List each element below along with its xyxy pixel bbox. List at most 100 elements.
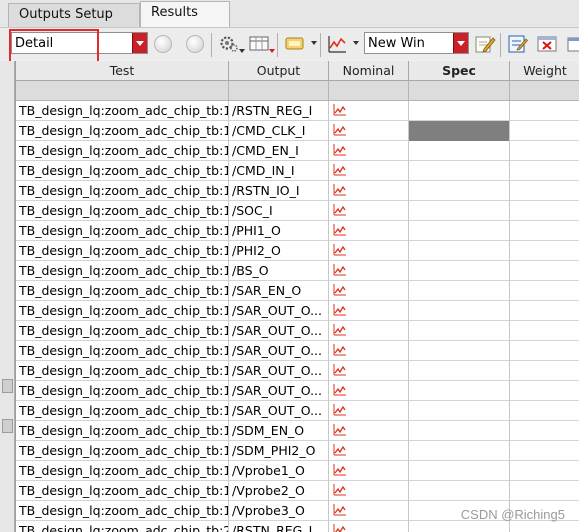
next-point-button[interactable] bbox=[186, 35, 204, 53]
dropdown-arrow-icon[interactable] bbox=[453, 33, 468, 53]
waveform-plot-icon[interactable] bbox=[333, 364, 346, 376]
cell-spec[interactable] bbox=[409, 441, 510, 461]
table-row[interactable]: TB_design_lq:zoom_adc_chip_tb:1/SAR_OUT_… bbox=[16, 341, 579, 361]
cell-nominal[interactable] bbox=[329, 241, 409, 261]
cell-nominal[interactable] bbox=[329, 141, 409, 161]
cell-nominal[interactable] bbox=[329, 181, 409, 201]
cell-spec[interactable] bbox=[409, 121, 510, 141]
waveform-plot-icon[interactable] bbox=[333, 464, 346, 476]
cell-test[interactable]: TB_design_lq:zoom_adc_chip_tb:1 bbox=[16, 301, 229, 321]
cell-output[interactable]: /BS_O bbox=[229, 261, 329, 281]
table-row[interactable]: TB_design_lq:zoom_adc_chip_tb:1/SDM_PHI2… bbox=[16, 441, 579, 461]
cell-test[interactable]: TB_design_lq:zoom_adc_chip_tb:1 bbox=[16, 181, 229, 201]
cell-weight[interactable] bbox=[510, 301, 579, 321]
cell-spec[interactable] bbox=[409, 241, 510, 261]
cell-weight[interactable] bbox=[510, 461, 579, 481]
table-row[interactable]: TB_design_lq:zoom_adc_chip_tb:1/SAR_OUT_… bbox=[16, 301, 579, 321]
cell-output[interactable]: /CMD_IN_I bbox=[229, 161, 329, 181]
cell-test[interactable]: TB_design_lq:zoom_adc_chip_tb:1 bbox=[16, 441, 229, 461]
table-dropdown-arrow-icon[interactable] bbox=[269, 49, 275, 53]
cell-nominal[interactable] bbox=[329, 121, 409, 141]
cell-spec[interactable] bbox=[409, 181, 510, 201]
waveform-plot-icon[interactable] bbox=[333, 484, 346, 496]
cell-output[interactable]: /SAR_EN_O bbox=[229, 281, 329, 301]
cell-test[interactable]: TB_design_lq:zoom_adc_chip_tb:1 bbox=[16, 101, 229, 121]
settings-gear-icon[interactable] bbox=[218, 33, 240, 55]
plot-dropdown-arrow-icon[interactable] bbox=[353, 41, 359, 45]
cell-spec[interactable] bbox=[409, 521, 510, 532]
cell-weight[interactable] bbox=[510, 141, 579, 161]
cell-nominal[interactable] bbox=[329, 321, 409, 341]
cell-nominal[interactable] bbox=[329, 261, 409, 281]
edit-pencil-icon[interactable] bbox=[474, 33, 496, 55]
column-header-output[interactable]: Output bbox=[229, 61, 329, 81]
table-row[interactable]: TB_design_lq:zoom_adc_chip_tb:2/RSTN_REG… bbox=[16, 521, 579, 532]
tab-outputs-setup[interactable]: Outputs Setup bbox=[8, 3, 140, 27]
cell-output[interactable]: /PHI1_O bbox=[229, 221, 329, 241]
table-row[interactable]: TB_design_lq:zoom_adc_chip_tb:1/SAR_OUT_… bbox=[16, 381, 579, 401]
cell-nominal[interactable] bbox=[329, 401, 409, 421]
table-row[interactable]: TB_design_lq:zoom_adc_chip_tb:1/BS_O bbox=[16, 261, 579, 281]
table-row[interactable]: TB_design_lq:zoom_adc_chip_tb:1/CMD_IN_I bbox=[16, 161, 579, 181]
cell-spec[interactable] bbox=[409, 361, 510, 381]
cell-weight[interactable] bbox=[510, 381, 579, 401]
table-row[interactable]: TB_design_lq:zoom_adc_chip_tb:1/SAR_OUT_… bbox=[16, 321, 579, 341]
cell-spec[interactable] bbox=[409, 381, 510, 401]
cell-weight[interactable] bbox=[510, 401, 579, 421]
cell-output[interactable]: /RSTN_REG_I bbox=[229, 521, 329, 532]
cell-output[interactable]: /CMD_CLK_I bbox=[229, 121, 329, 141]
cell-nominal[interactable] bbox=[329, 281, 409, 301]
cell-weight[interactable] bbox=[510, 161, 579, 181]
waveform-plot-icon[interactable] bbox=[333, 164, 346, 176]
cell-test[interactable]: TB_design_lq:zoom_adc_chip_tb:1 bbox=[16, 421, 229, 441]
cell-spec[interactable] bbox=[409, 481, 510, 501]
waveform-plot-icon[interactable] bbox=[333, 144, 346, 156]
cell-weight[interactable] bbox=[510, 481, 579, 501]
cell-nominal[interactable] bbox=[329, 381, 409, 401]
table-view-icon[interactable] bbox=[248, 33, 270, 55]
cell-weight[interactable] bbox=[510, 361, 579, 381]
table-row[interactable]: TB_design_lq:zoom_adc_chip_tb:1/RSTN_IO_… bbox=[16, 181, 579, 201]
cell-output[interactable]: /CMD_EN_I bbox=[229, 141, 329, 161]
cell-spec[interactable] bbox=[409, 161, 510, 181]
waveform-plot-icon[interactable] bbox=[333, 184, 346, 196]
cell-spec[interactable] bbox=[409, 421, 510, 441]
waveform-plot-icon[interactable] bbox=[333, 124, 346, 136]
cell-test[interactable]: TB_design_lq:zoom_adc_chip_tb:1 bbox=[16, 461, 229, 481]
cell-test[interactable]: TB_design_lq:zoom_adc_chip_tb:1 bbox=[16, 341, 229, 361]
cell-test[interactable]: TB_design_lq:zoom_adc_chip_tb:1 bbox=[16, 321, 229, 341]
cell-output[interactable]: /SDM_EN_O bbox=[229, 421, 329, 441]
cell-spec[interactable] bbox=[409, 261, 510, 281]
waveform-plot-icon[interactable] bbox=[333, 424, 346, 436]
waveform-plot-icon[interactable] bbox=[333, 104, 346, 116]
cell-test[interactable]: TB_design_lq:zoom_adc_chip_tb:1 bbox=[16, 141, 229, 161]
cell-weight[interactable] bbox=[510, 241, 579, 261]
cell-weight[interactable] bbox=[510, 421, 579, 441]
cell-spec[interactable] bbox=[409, 141, 510, 161]
cell-test[interactable]: TB_design_lq:zoom_adc_chip_tb:1 bbox=[16, 221, 229, 241]
cell-output[interactable]: /SAR_OUT_O... bbox=[229, 341, 329, 361]
cell-output[interactable]: /Vprobe2_O bbox=[229, 481, 329, 501]
cell-output[interactable]: /Vprobe1_O bbox=[229, 461, 329, 481]
cell-nominal[interactable] bbox=[329, 421, 409, 441]
cell-spec[interactable] bbox=[409, 101, 510, 121]
cell-test[interactable]: TB_design_lq:zoom_adc_chip_tb:2 bbox=[16, 521, 229, 532]
waveform-plot-icon[interactable] bbox=[333, 284, 346, 296]
cell-test[interactable]: TB_design_lq:zoom_adc_chip_tb:1 bbox=[16, 381, 229, 401]
table-row[interactable]: TB_design_lq:zoom_adc_chip_tb:1/SDM_EN_O bbox=[16, 421, 579, 441]
cell-test[interactable]: TB_design_lq:zoom_adc_chip_tb:1 bbox=[16, 361, 229, 381]
cell-weight[interactable] bbox=[510, 521, 579, 532]
cell-output[interactable]: /SOC_I bbox=[229, 201, 329, 221]
table-row[interactable]: TB_design_lq:zoom_adc_chip_tb:1/SAR_OUT_… bbox=[16, 361, 579, 381]
window-icon[interactable] bbox=[566, 33, 579, 55]
cell-output[interactable]: /SAR_OUT_O... bbox=[229, 321, 329, 341]
cell-output[interactable]: /SAR_OUT_O... bbox=[229, 381, 329, 401]
form-edit-icon[interactable] bbox=[506, 33, 528, 55]
cell-test[interactable]: TB_design_lq:zoom_adc_chip_tb:1 bbox=[16, 281, 229, 301]
cell-output[interactable]: /SAR_OUT_O... bbox=[229, 401, 329, 421]
label-icon[interactable] bbox=[284, 33, 306, 55]
cell-test[interactable]: TB_design_lq:zoom_adc_chip_tb:1 bbox=[16, 481, 229, 501]
window-select[interactable]: New Win bbox=[364, 32, 469, 54]
cell-weight[interactable] bbox=[510, 341, 579, 361]
cell-nominal[interactable] bbox=[329, 301, 409, 321]
